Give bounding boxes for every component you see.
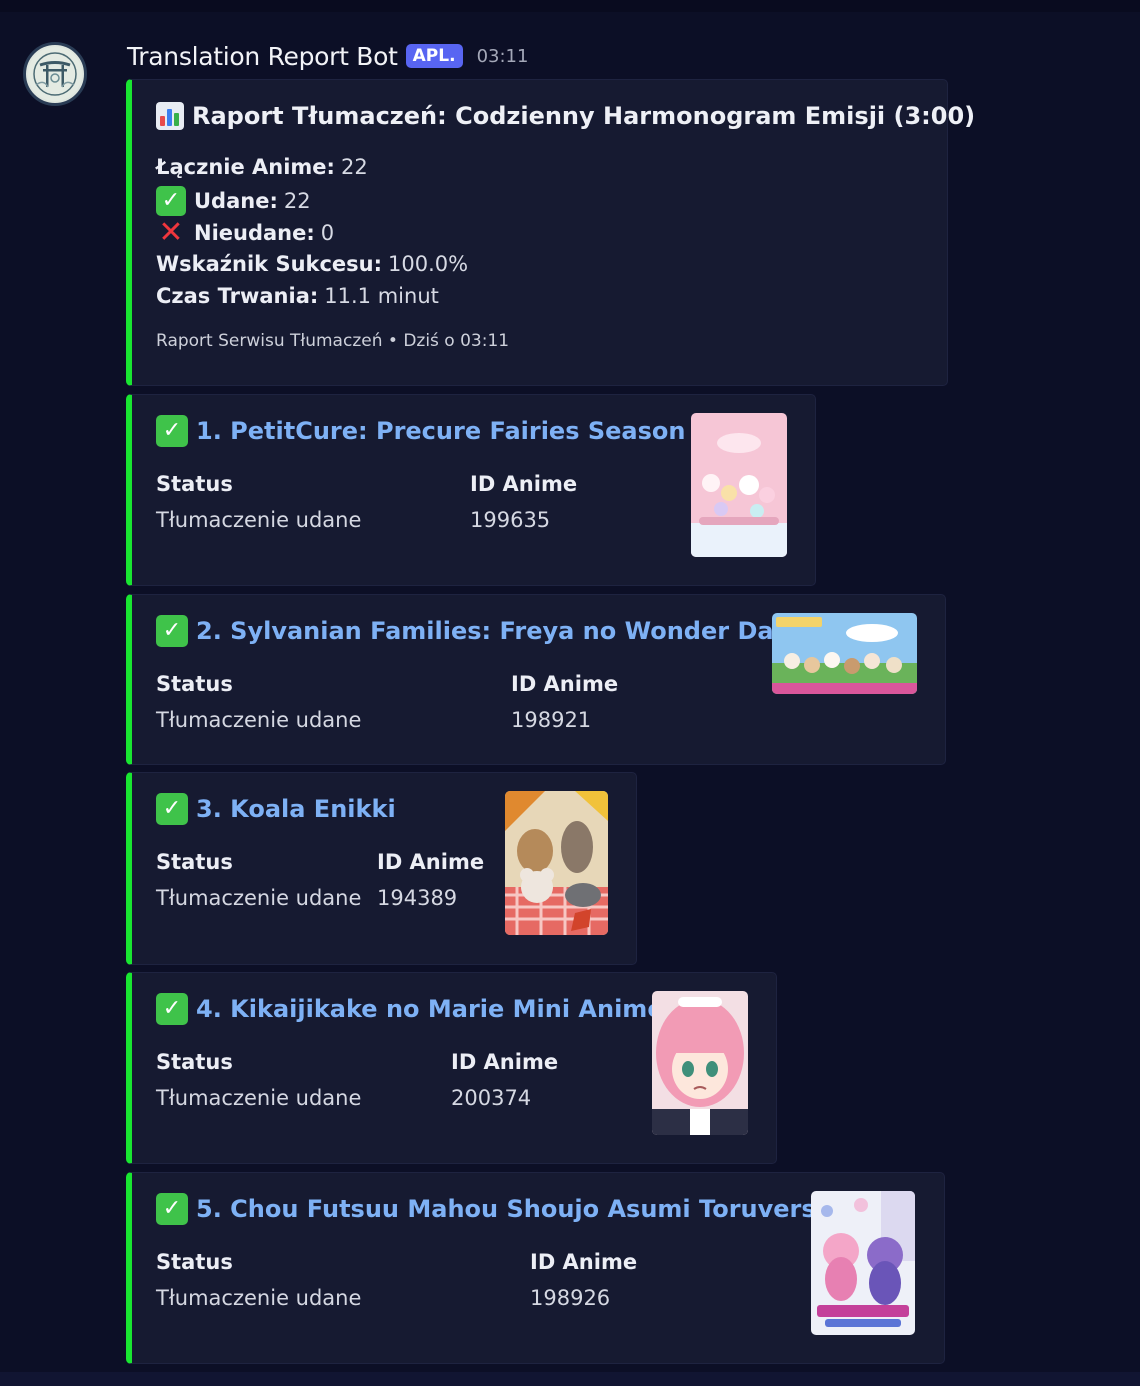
anime-thumbnail[interactable] xyxy=(811,1191,915,1335)
bot-avatar[interactable] xyxy=(23,42,87,106)
duration-line: Czas Trwania: 11.1 minut xyxy=(156,284,439,308)
message-header: Translation Report Bot APL. 03:11 xyxy=(127,40,528,72)
anime-id-value: 200374 xyxy=(451,1086,532,1110)
anime-title-5[interactable]: ✓ 5. Chou Futsuu Mahou Shoujo Asumi Toru… xyxy=(156,1193,832,1225)
status-value: Tłumaczenie udane xyxy=(156,708,362,732)
anime-id-label: ID Anime xyxy=(511,672,619,696)
report-title-text: Raport Tłumaczeń: Codzienny Harmonogram … xyxy=(192,102,976,130)
anime-thumbnail[interactable] xyxy=(691,413,787,557)
anime-thumbnail[interactable] xyxy=(505,791,608,935)
torii-logo-icon xyxy=(28,47,82,101)
anime-title-link[interactable]: 5. Chou Futsuu Mahou Shoujo Asumi Toruve… xyxy=(196,1195,832,1223)
status-value: Tłumaczenie udane xyxy=(156,1286,362,1310)
status-label: Status xyxy=(156,672,233,696)
app-badge: APL. xyxy=(405,44,463,68)
report-summary-embed: Raport Tłumaczeń: Codzienny Harmonogram … xyxy=(126,79,975,386)
success-rate-value: 100.0% xyxy=(388,252,469,276)
anime-title-link[interactable]: 3. Koala Enikki xyxy=(196,795,396,823)
success-line: ✓ Udane: 22 xyxy=(156,186,311,216)
check-mark-icon: ✓ xyxy=(156,186,186,216)
anime-title-link[interactable]: 4. Kikaijikake no Marie Mini Anime xyxy=(196,995,664,1023)
anime-embed-3: ✓ 3. Koala Enikki Status Tłumaczenie uda… xyxy=(126,772,637,965)
check-mark-icon: ✓ xyxy=(156,793,188,825)
anime-id-value: 194389 xyxy=(377,886,458,910)
anime-id-label: ID Anime xyxy=(451,1050,559,1074)
bot-username[interactable]: Translation Report Bot xyxy=(127,42,398,71)
anime-embed-1: ✓ 1. PetitCure: Precure Fairies Season 2… xyxy=(126,394,816,586)
anime-id-value: 198921 xyxy=(511,708,592,732)
anime-title-link[interactable]: 2. Sylvanian Families: Freya no Wonder D… xyxy=(196,617,803,645)
success-rate-label: Wskaźnik Sukcesu: xyxy=(156,252,383,276)
message-timestamp[interactable]: 03:11 xyxy=(477,46,529,67)
duration-label: Czas Trwania: xyxy=(156,284,319,308)
status-value: Tłumaczenie udane xyxy=(156,1086,362,1110)
anime-id-value: 199635 xyxy=(470,508,551,532)
anime-embed-2: ✓ 2. Sylvanian Families: Freya no Wonder… xyxy=(126,594,946,765)
status-value: Tłumaczenie udane xyxy=(156,886,362,910)
anime-embed-5: ✓ 5. Chou Futsuu Mahou Shoujo Asumi Toru… xyxy=(126,1172,945,1364)
total-anime-label: Łącznie Anime: xyxy=(156,155,335,179)
total-anime-line: Łącznie Anime: 22 xyxy=(156,155,368,179)
anime-title-3[interactable]: ✓ 3. Koala Enikki xyxy=(156,793,396,825)
anime-id-value: 198926 xyxy=(530,1286,611,1310)
anime-id-label: ID Anime xyxy=(530,1250,638,1274)
status-label: Status xyxy=(156,850,233,874)
check-mark-icon: ✓ xyxy=(156,993,188,1025)
success-label: Udane: xyxy=(194,189,278,213)
anime-title-4[interactable]: ✓ 4. Kikaijikake no Marie Mini Anime xyxy=(156,993,664,1025)
failed-label: Nieudane: xyxy=(194,221,315,245)
bottom-bar xyxy=(0,1372,1140,1386)
anime-title-2[interactable]: ✓ 2. Sylvanian Families: Freya no Wonder… xyxy=(156,615,803,647)
check-mark-icon: ✓ xyxy=(156,415,188,447)
cross-mark-icon: ✕ xyxy=(158,215,184,250)
anime-thumbnail[interactable] xyxy=(652,991,748,1135)
top-bar xyxy=(0,0,1140,12)
status-value: Tłumaczenie udane xyxy=(156,508,362,532)
duration-value: 11.1 minut xyxy=(324,284,439,308)
report-title: Raport Tłumaczeń: Codzienny Harmonogram … xyxy=(156,102,975,130)
anime-id-label: ID Anime xyxy=(470,472,578,496)
status-label: Status xyxy=(156,472,233,496)
report-footer: Raport Serwisu Tłumaczeń • Dziś o 03:11 xyxy=(156,331,510,351)
anime-thumbnail[interactable] xyxy=(772,613,917,694)
total-anime-value: 22 xyxy=(340,155,368,179)
anime-title-link[interactable]: 1. PetitCure: Precure Fairies Season 2 xyxy=(196,417,711,445)
failed-line: ✕ Nieudane: 0 xyxy=(156,218,334,248)
anime-embed-4: ✓ 4. Kikaijikake no Marie Mini Anime Sta… xyxy=(126,972,777,1164)
anime-id-label: ID Anime xyxy=(377,850,485,874)
bar-chart-icon xyxy=(156,102,184,130)
status-label: Status xyxy=(156,1050,233,1074)
check-mark-icon: ✓ xyxy=(156,615,188,647)
failed-value: 0 xyxy=(320,221,335,245)
success-value: 22 xyxy=(283,189,311,213)
check-mark-icon: ✓ xyxy=(156,1193,188,1225)
status-label: Status xyxy=(156,1250,233,1274)
anime-title-1[interactable]: ✓ 1. PetitCure: Precure Fairies Season 2 xyxy=(156,415,711,447)
success-rate-line: Wskaźnik Sukcesu: 100.0% xyxy=(156,252,468,276)
